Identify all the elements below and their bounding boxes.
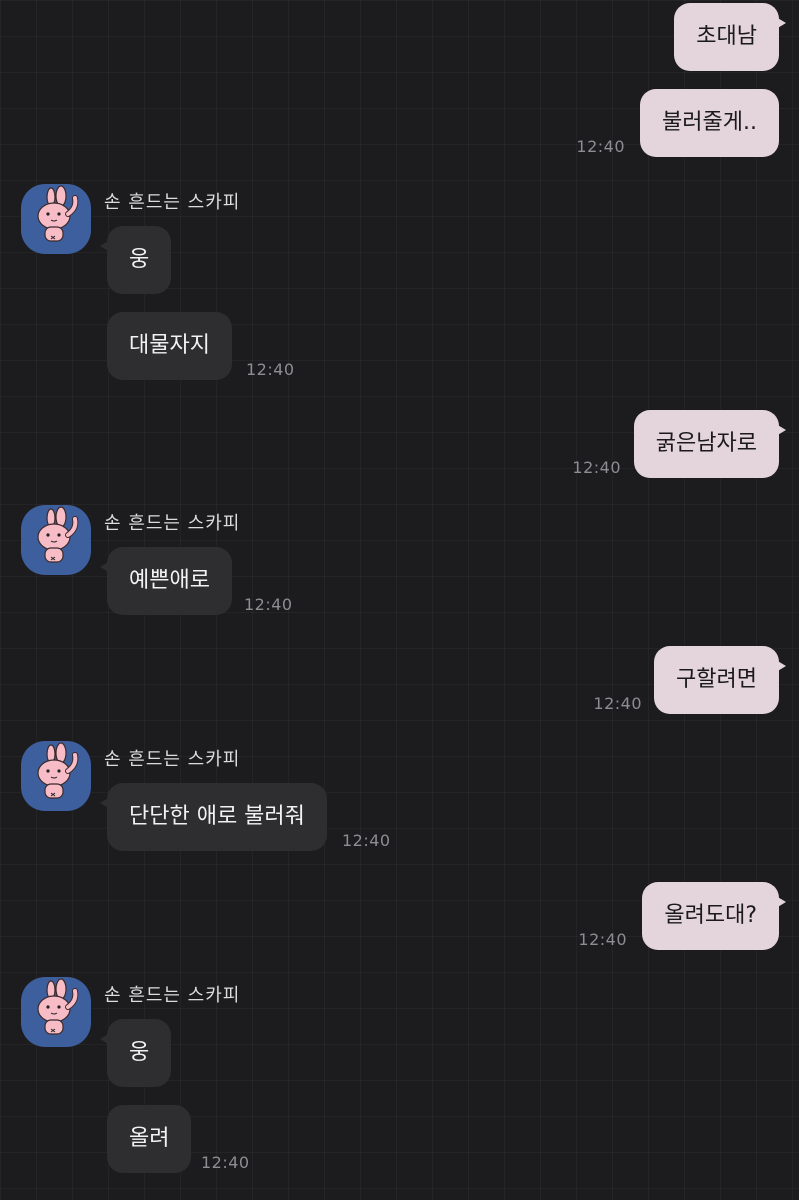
message-timestamp: 12:40 — [578, 930, 627, 949]
message-timestamp: 12:40 — [342, 831, 391, 850]
message-timestamp: 12:40 — [572, 458, 621, 477]
other-message-bubble[interactable]: 웅 — [99, 226, 172, 294]
contact-avatar[interactable] — [21, 184, 91, 254]
contact-name: 손 흔드는 스카피 — [104, 513, 241, 534]
other-message-bubble[interactable]: 웅 — [99, 1019, 172, 1087]
other-message-bubble[interactable]: 대물자지 — [107, 312, 232, 380]
contact-avatar[interactable] — [21, 741, 91, 811]
pink-rabbit-waving-icon — [37, 978, 79, 1035]
other-message-bubble[interactable]: 예쁜애로 — [100, 547, 232, 615]
other-message-bubble[interactable]: 단단한 애로 불러줘 — [100, 783, 327, 851]
my-message-bubble[interactable]: 올려도대? — [642, 882, 786, 950]
message-timestamp: 12:40 — [576, 137, 625, 156]
contact-name: 손 흔드는 스카피 — [104, 985, 241, 1006]
my-message-bubble[interactable]: 불러줄게.. — [640, 89, 779, 157]
chat-message-list[interactable]: 초대남 불러줄게.. 12:40 손 흔드는 스카피 웅 대물자지 12:40 … — [0, 0, 799, 1200]
message-timestamp: 12:40 — [244, 595, 293, 614]
contact-name: 손 흔드는 스카피 — [104, 192, 241, 213]
my-message-bubble[interactable]: 굵은남자로 — [633, 410, 787, 478]
message-timestamp: 12:40 — [201, 1153, 250, 1172]
contact-avatar[interactable] — [21, 977, 91, 1047]
my-message-bubble[interactable]: 구할려면 — [654, 646, 786, 714]
pink-rabbit-waving-icon — [37, 506, 79, 563]
pink-rabbit-waving-icon — [37, 742, 79, 799]
message-timestamp: 12:40 — [593, 694, 642, 713]
message-timestamp: 12:40 — [246, 360, 295, 379]
contact-avatar[interactable] — [21, 505, 91, 575]
my-message-bubble[interactable]: 초대남 — [674, 3, 786, 71]
contact-name: 손 흔드는 스카피 — [104, 749, 241, 770]
other-message-bubble[interactable]: 올려 — [107, 1105, 192, 1173]
pink-rabbit-waving-icon — [37, 185, 79, 242]
